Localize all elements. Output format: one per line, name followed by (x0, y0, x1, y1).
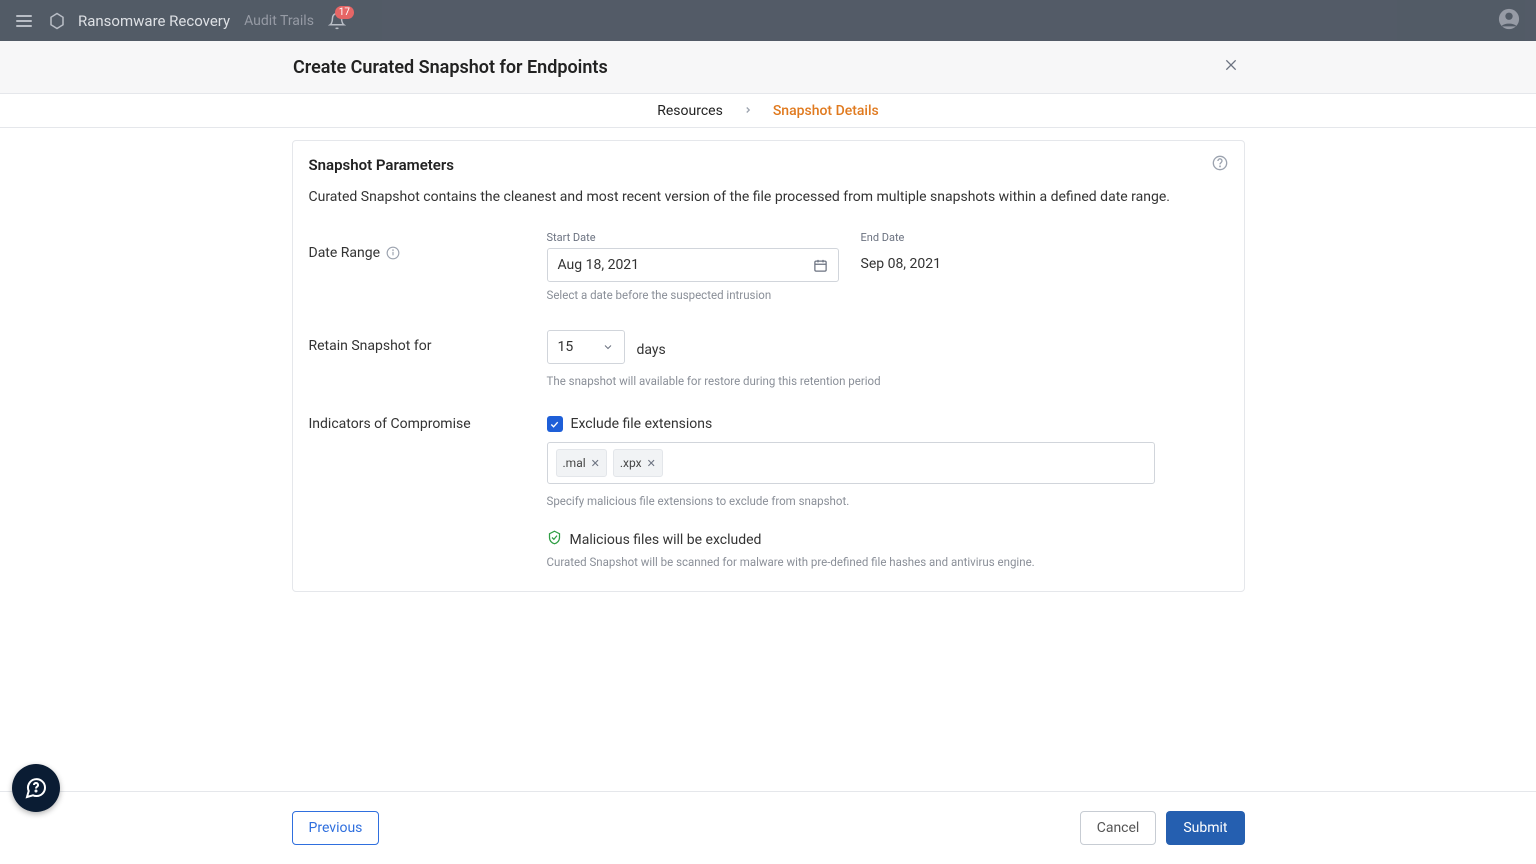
notifications-button[interactable]: 17 (328, 12, 346, 30)
app-subtitle[interactable]: Audit Trails (244, 13, 314, 29)
chat-help-icon (24, 776, 48, 800)
start-date-value: Aug 18, 2021 (558, 257, 640, 273)
shield-text: Malicious files will be excluded (570, 532, 762, 548)
end-date-value: Sep 08, 2021 (861, 248, 942, 272)
step-snapshot-details[interactable]: Snapshot Details (773, 103, 879, 119)
tag-remove-button[interactable]: ✕ (647, 457, 656, 470)
logo-icon (48, 12, 66, 30)
close-button[interactable] (1219, 53, 1243, 82)
check-icon (549, 419, 560, 430)
step-resources[interactable]: Resources (657, 103, 723, 119)
previous-button[interactable]: Previous (292, 811, 380, 845)
retention-unit: days (637, 342, 666, 358)
extensions-tag-input[interactable]: .mal ✕ .xpx ✕ (547, 442, 1155, 484)
retention-select[interactable]: 15 (547, 330, 625, 364)
exclude-extensions-label: Exclude file extensions (571, 416, 713, 432)
card-description: Curated Snapshot contains the cleanest a… (309, 187, 1228, 207)
app-title: Ransomware Recovery (78, 12, 230, 30)
cancel-button[interactable]: Cancel (1080, 811, 1157, 845)
wizard-steps: Resources Snapshot Details (0, 94, 1536, 128)
help-circle-icon (1212, 155, 1228, 171)
start-date-helper: Select a date before the suspected intru… (547, 288, 839, 302)
date-range-label: Date Range (309, 245, 381, 261)
submit-button[interactable]: Submit (1166, 811, 1244, 845)
chevron-down-icon (602, 341, 614, 353)
chevron-right-icon (743, 104, 753, 118)
extension-tag: .mal ✕ (556, 449, 607, 477)
shield-helper: Curated Snapshot will be scanned for mal… (547, 555, 1035, 569)
card-help-button[interactable] (1212, 155, 1228, 175)
end-date-label: End Date (861, 231, 942, 244)
retention-value: 15 (558, 339, 574, 355)
extensions-helper: Specify malicious file extensions to exc… (547, 494, 850, 508)
retention-label: Retain Snapshot for (309, 338, 432, 354)
card-title: Snapshot Parameters (309, 156, 455, 174)
shield-check-icon (547, 530, 562, 549)
close-icon (1223, 57, 1239, 73)
date-range-info-icon[interactable] (386, 246, 400, 260)
extension-tag: .xpx ✕ (613, 449, 663, 477)
calendar-icon (813, 258, 828, 273)
page-title: Create Curated Snapshot for Endpoints (293, 57, 608, 78)
exclude-extensions-checkbox[interactable] (547, 416, 563, 432)
wizard-footer: Previous Cancel Submit (0, 791, 1536, 864)
ioc-label: Indicators of Compromise (309, 416, 471, 432)
menu-hamburger-icon[interactable] (16, 15, 32, 27)
start-date-input[interactable]: Aug 18, 2021 (547, 248, 839, 282)
avatar-icon (1498, 8, 1520, 30)
start-date-label: Start Date (547, 231, 839, 244)
retention-helper: The snapshot will available for restore … (547, 374, 881, 388)
top-nav: Ransomware Recovery Audit Trails 17 (0, 0, 1536, 41)
help-chat-button[interactable] (12, 764, 60, 812)
user-avatar-button[interactable] (1498, 8, 1520, 34)
page-subheader: Create Curated Snapshot for Endpoints (0, 41, 1536, 94)
snapshot-parameters-card: Snapshot Parameters Curated Snapshot con… (292, 140, 1245, 592)
notification-count-badge: 17 (335, 6, 354, 19)
tag-remove-button[interactable]: ✕ (591, 457, 600, 470)
